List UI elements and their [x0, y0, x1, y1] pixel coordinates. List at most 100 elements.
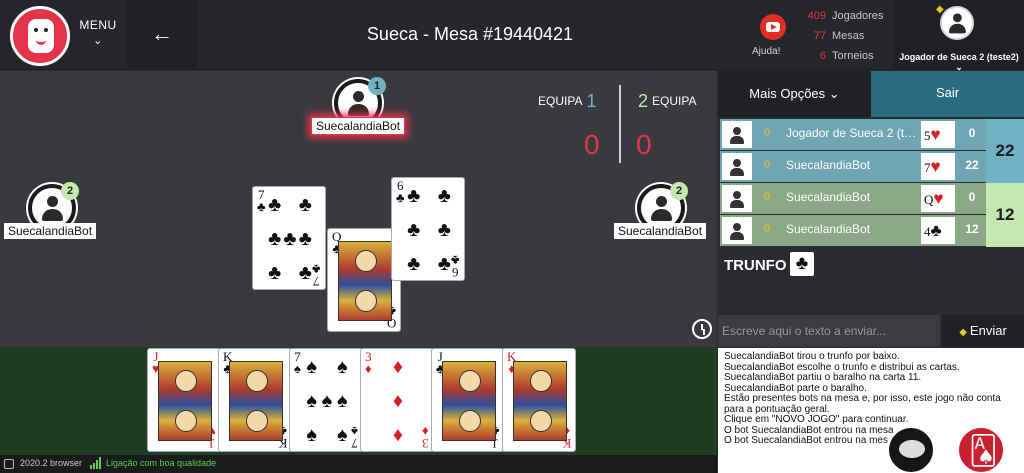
hand-card[interactable]: K♣K♣	[218, 348, 292, 452]
card-rank: 6 ♣	[451, 253, 460, 280]
played-card: 7 ♣ 7 ♣ ♣ ♣ ♣ ♣ ♣ ♣ ♣	[252, 186, 326, 290]
card-rank: 7 ♣	[257, 187, 266, 214]
row-zero: 0	[764, 223, 771, 235]
player-score-row: 0 SuecalandiaBot 7♥ 22	[720, 151, 986, 182]
stat-label: Mesas	[832, 30, 865, 42]
court-figure	[513, 361, 567, 441]
team2-points: 0	[636, 129, 652, 160]
card-rank: 7 ♣	[312, 262, 321, 289]
hand-card[interactable]: J ♥ J ♥	[147, 348, 221, 452]
court-figure	[442, 361, 496, 441]
chat-input[interactable]: Escreve aqui o texto a enviar...	[718, 315, 940, 347]
hand-card[interactable]: J♣J♣	[431, 348, 505, 452]
status-bar: 2020.2 browser Ligação com boa qualidade	[0, 455, 717, 473]
user-icon	[722, 217, 752, 244]
exit-button[interactable]: Sair	[871, 71, 1024, 117]
send-label: Enviar	[969, 323, 1007, 338]
chat-line: Estão presentes bots na mesa e, por isso…	[724, 393, 1001, 415]
card-pips: ♣ ♣ ♣ ♣ ♣ ♣	[407, 185, 451, 275]
browser-icon	[4, 459, 14, 469]
help-link[interactable]: Ajuda!	[752, 46, 780, 57]
hand-card[interactable]: K♦K♦	[502, 348, 576, 452]
scoreboard: EQUIPA 1 0 2 EQUIPA 0	[530, 85, 710, 163]
trump-label: TRUNFO	[724, 257, 787, 274]
court-figure	[229, 361, 283, 441]
side-panel: Mais Opções ⌄ Sair 0 Jogador de Sueca 2 (…	[718, 71, 1024, 473]
stat-value: 77	[813, 30, 826, 42]
played-card: Q♣Q♣	[327, 228, 401, 332]
stat-label: Torneios	[832, 50, 874, 62]
hand-card[interactable]: 7 ♠ 7 ♠ ♠ ♠ ♠ ♠ ♠ ♠ ♠	[289, 348, 363, 452]
team2-label: 2 EQUIPA	[634, 91, 696, 112]
team-number: 2	[638, 91, 649, 111]
back-button[interactable]: ←	[127, 0, 197, 70]
chevron-down-icon: ⌄	[828, 86, 840, 101]
card-rank: 3 ♦	[365, 349, 372, 376]
signal-icon	[90, 457, 102, 469]
cards-button[interactable]	[956, 425, 1006, 473]
player-right-name: SuecalandiaBot	[614, 223, 707, 239]
played-card: 6 ♣ 6 ♣ ♣ ♣ ♣ ♣ ♣ ♣	[391, 177, 465, 281]
stat-label: Jogadores	[832, 10, 884, 22]
team2-total: 12	[986, 183, 1024, 247]
chat-line: SuecalandiaBot tirou o trunfo por baixo.	[724, 351, 900, 362]
shield-icon: ◆	[959, 327, 967, 338]
logo-mascot-icon	[28, 19, 54, 53]
player-hand-area: J♥J♥K♣K♣7♠7♠♠♠♠♠♠♠♠3♦3♦♦♦♦J♣J♣K♦K♦	[0, 347, 717, 455]
shield-icon: ◆	[936, 4, 944, 15]
row-points: 0	[968, 126, 976, 140]
chat-bubble-button[interactable]	[886, 425, 936, 473]
app-logo[interactable]	[10, 6, 70, 66]
team-badge: 2	[61, 182, 79, 200]
top-bar: MENU ⌄ ← Sueca - Mesa #19440421 Ajuda! 4…	[0, 0, 1024, 72]
row-player-name: SuecalandiaBot	[786, 190, 871, 204]
connection-status: Ligação com boa qualidade	[106, 458, 217, 468]
player-score-row: 0 SuecalandiaBot Q♥ 0	[720, 183, 986, 214]
court-figure	[158, 361, 212, 441]
card-pips: ♦ ♦ ♦	[392, 356, 404, 446]
game-table: 1 SuecalandiaBot 2 SuecalandiaBot 2 Suec…	[0, 71, 717, 347]
send-button[interactable]: ◆ Enviar	[942, 315, 1024, 347]
user-icon	[722, 185, 752, 212]
team-badge: 1	[368, 77, 386, 95]
stat-players: 409 Jogadores	[800, 8, 890, 28]
trump-suit: ♣	[790, 252, 814, 276]
chat-line: Clique em "NOVO JOGO" para continuar.	[724, 414, 909, 425]
team-number: 1	[586, 91, 597, 111]
back-arrow-icon: ←	[151, 21, 173, 46]
user-menu[interactable]: ◆ Jogador de Sueca 2 (teste2) ⌄	[894, 0, 1024, 72]
row-player-name: SuecalandiaBot	[786, 158, 871, 172]
more-options-button[interactable]: Mais Opções ⌄	[718, 71, 871, 117]
team1-points: 0	[584, 129, 600, 160]
player-score-row: 0 SuecalandiaBot 4♣ 12	[720, 215, 986, 246]
card-rank: 3 ♦	[422, 424, 429, 451]
more-options-label: Mais Opções	[749, 86, 826, 101]
online-stats: 409 Jogadores 77 Mesas 6 Torneios	[800, 8, 890, 68]
row-zero: 0	[764, 191, 771, 203]
chat-line: SuecalandiaBot partiu o baralho na carta…	[724, 372, 922, 383]
stat-value: 6	[819, 50, 826, 62]
card-pips: ♣ ♣ ♣ ♣ ♣ ♣ ♣	[268, 194, 312, 284]
stat-value: 409	[807, 10, 826, 22]
last-card: 7♥	[921, 153, 955, 180]
menu-button[interactable]: MENU ⌄	[78, 18, 118, 47]
game-screen: MENU ⌄ ← Sueca - Mesa #19440421 Ajuda! 4…	[0, 0, 1024, 473]
last-card: Q♥	[921, 185, 955, 212]
youtube-icon[interactable]	[760, 14, 786, 40]
court-figure	[338, 241, 392, 321]
row-points: 0	[968, 190, 976, 204]
player-top-name: SuecalandiaBot	[311, 117, 406, 135]
team-badge: 2	[670, 182, 688, 200]
card-rank: 6 ♣	[396, 178, 405, 205]
score-divider	[619, 85, 621, 163]
hand-card[interactable]: 3 ♦ 3 ♦ ♦ ♦ ♦	[360, 348, 434, 452]
row-player-name: SuecalandiaBot	[786, 222, 871, 236]
replay-icon[interactable]	[692, 319, 712, 339]
last-card: 5♥	[921, 121, 955, 148]
card-rank: 7 ♠	[351, 424, 358, 451]
team-label-text: EQUIPA	[652, 94, 697, 108]
browser-version: 2020.2 browser	[20, 458, 83, 468]
row-zero: 0	[764, 127, 771, 139]
page-title: Sueca - Mesa #19440421	[366, 24, 574, 44]
menu-label: MENU	[79, 18, 117, 32]
